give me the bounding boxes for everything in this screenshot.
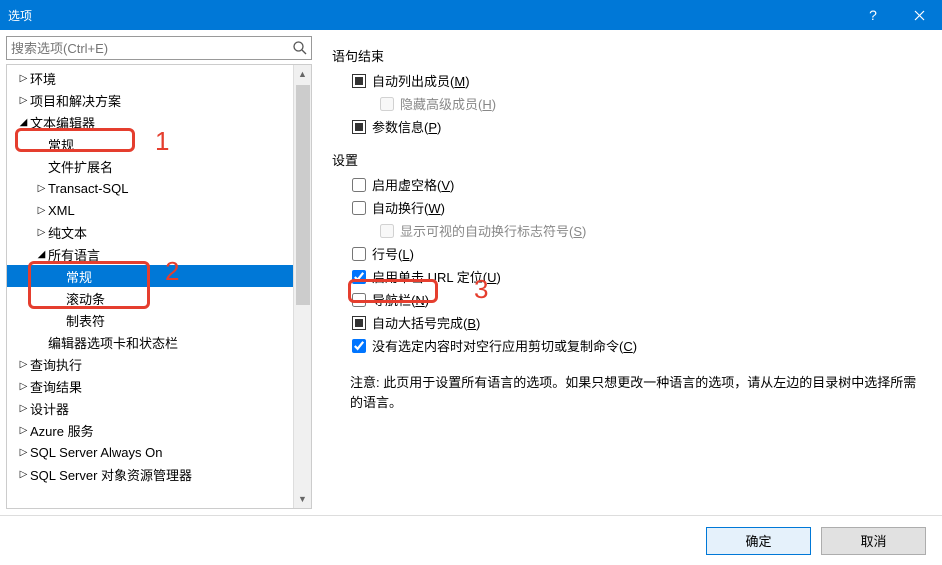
tree-item[interactable]: ▷项目和解决方案 — [7, 89, 293, 111]
opt-hideadv: 隐藏高级成员(H) — [380, 94, 928, 113]
note-text: 注意: 此页用于设置所有语言的选项。如果只想更改一种语言的选项，请从左边的目录树… — [350, 373, 928, 412]
options-tree[interactable]: ▷环境▷项目和解决方案◢文本编辑器常规文件扩展名▷Transact-SQL▷XM… — [7, 65, 293, 508]
tree-item-label: 所有语言 — [48, 245, 100, 264]
ok-button[interactable]: 确定 — [706, 527, 811, 555]
tree-item[interactable]: ◢文本编辑器 — [7, 111, 293, 133]
help-button[interactable]: ? — [850, 0, 896, 30]
tree-item[interactable]: ▷SQL Server 对象资源管理器 — [7, 463, 293, 485]
checkbox-singleurl[interactable] — [352, 270, 366, 284]
tree-item[interactable]: ▷Azure 服务 — [7, 419, 293, 441]
opt-singleurl[interactable]: 启用单击 URL 定位(U) — [352, 267, 928, 286]
tree-item[interactable]: 滚动条 — [7, 287, 293, 309]
chevron-right-icon[interactable]: ▷ — [35, 205, 48, 216]
tree-item[interactable]: 常规 — [7, 265, 293, 287]
scroll-up-icon[interactable]: ▲ — [294, 65, 311, 83]
checkbox-mixed-icon[interactable] — [352, 316, 366, 330]
chevron-right-icon[interactable]: ▷ — [17, 381, 30, 392]
opt-paraminfo[interactable]: 参数信息(P) — [352, 117, 928, 136]
checkbox-wordwrap[interactable] — [352, 201, 366, 215]
checkbox-cutblank[interactable] — [352, 339, 366, 353]
tree-item-label: SQL Server 对象资源管理器 — [30, 465, 192, 484]
tree-item-label: XML — [48, 203, 75, 218]
window-titlebar: 选项 ? — [0, 0, 942, 30]
tree-item-label: 常规 — [48, 135, 74, 154]
tree-item[interactable]: ◢所有语言 — [7, 243, 293, 265]
opt-lineno[interactable]: 行号(L) — [352, 244, 928, 263]
tree-item-label: 环境 — [30, 69, 56, 88]
tree-item[interactable]: ▷设计器 — [7, 397, 293, 419]
chevron-right-icon[interactable]: ▷ — [17, 403, 30, 414]
options-panel: 语句结束 自动列出成员(M) 隐藏高级成员(H) 参数信息(P) 设置 启用虚空… — [318, 30, 942, 515]
tree-item-label: 文本编辑器 — [30, 113, 95, 132]
tree-item[interactable]: ▷查询执行 — [7, 353, 293, 375]
close-icon — [914, 10, 925, 21]
scroll-thumb[interactable] — [296, 85, 310, 305]
opt-autolist[interactable]: 自动列出成员(M) — [352, 71, 928, 90]
checkbox-mixed-icon[interactable] — [352, 120, 366, 134]
opt-wrapglyph: 显示可视的自动换行标志符号(S) — [380, 221, 928, 240]
tree-item-label: 编辑器选项卡和状态栏 — [48, 333, 178, 352]
tree-item-label: 滚动条 — [66, 289, 105, 308]
tree-item-label: 查询执行 — [30, 355, 82, 374]
section-stmt: 语句结束 — [332, 46, 928, 65]
checkbox-lineno[interactable] — [352, 247, 366, 261]
chevron-down-icon[interactable]: ◢ — [17, 117, 30, 128]
tree-item-label: Transact-SQL — [48, 181, 128, 196]
chevron-right-icon[interactable]: ▷ — [17, 425, 30, 436]
tree-item-label: Azure 服务 — [30, 421, 94, 440]
tree-item-label: 查询结果 — [30, 377, 82, 396]
opt-virtspace[interactable]: 启用虚空格(V) — [352, 175, 928, 194]
tree-item[interactable]: ▷XML — [7, 199, 293, 221]
tree-item[interactable]: ▷纯文本 — [7, 221, 293, 243]
checkbox-mixed-icon[interactable] — [352, 74, 366, 88]
chevron-right-icon[interactable]: ▷ — [17, 359, 30, 370]
search-icon — [292, 40, 308, 56]
checkbox-navbar[interactable] — [352, 293, 366, 307]
scroll-down-icon[interactable]: ▼ — [294, 490, 311, 508]
chevron-right-icon[interactable]: ▷ — [17, 73, 30, 84]
tree-item[interactable]: 制表符 — [7, 309, 293, 331]
tree-item[interactable]: 文件扩展名 — [7, 155, 293, 177]
tree-item[interactable]: 常规 — [7, 133, 293, 155]
chevron-right-icon[interactable]: ▷ — [35, 227, 48, 238]
chevron-right-icon[interactable]: ▷ — [17, 95, 30, 106]
dialog-footer: 确定 取消 — [0, 515, 942, 565]
tree-item-label: 文件扩展名 — [48, 157, 113, 176]
chevron-right-icon[interactable]: ▷ — [17, 447, 30, 458]
checkbox-virtspace[interactable] — [352, 178, 366, 192]
tree-item-label: 常规 — [66, 267, 92, 286]
opt-brace[interactable]: 自动大括号完成(B) — [352, 313, 928, 332]
checkbox-hideadv — [380, 97, 394, 111]
tree-item-label: SQL Server Always On — [30, 445, 162, 460]
search-input[interactable] — [6, 36, 312, 60]
opt-navbar[interactable]: 导航栏(N) — [352, 290, 928, 309]
tree-scrollbar[interactable]: ▲ ▼ — [293, 65, 311, 508]
tree-item-label: 项目和解决方案 — [30, 91, 121, 110]
close-button[interactable] — [896, 0, 942, 30]
chevron-down-icon[interactable]: ◢ — [35, 249, 48, 260]
checkbox-wrapglyph — [380, 224, 394, 238]
tree-item-label: 纯文本 — [48, 223, 87, 242]
tree-item[interactable]: ▷Transact-SQL — [7, 177, 293, 199]
window-title: 选项 — [8, 7, 850, 24]
opt-wordwrap[interactable]: 自动换行(W) — [352, 198, 928, 217]
sidebar: ▷环境▷项目和解决方案◢文本编辑器常规文件扩展名▷Transact-SQL▷XM… — [0, 30, 318, 515]
opt-cutblank[interactable]: 没有选定内容时对空行应用剪切或复制命令(C) — [352, 336, 928, 355]
tree-item[interactable]: ▷SQL Server Always On — [7, 441, 293, 463]
section-settings: 设置 — [332, 150, 928, 169]
tree-item[interactable]: ▷查询结果 — [7, 375, 293, 397]
cancel-button[interactable]: 取消 — [821, 527, 926, 555]
chevron-right-icon[interactable]: ▷ — [35, 183, 48, 194]
chevron-right-icon[interactable]: ▷ — [17, 469, 30, 480]
tree-item-label: 制表符 — [66, 311, 105, 330]
tree-item[interactable]: 编辑器选项卡和状态栏 — [7, 331, 293, 353]
tree-item-label: 设计器 — [30, 399, 69, 418]
tree-item[interactable]: ▷环境 — [7, 67, 293, 89]
